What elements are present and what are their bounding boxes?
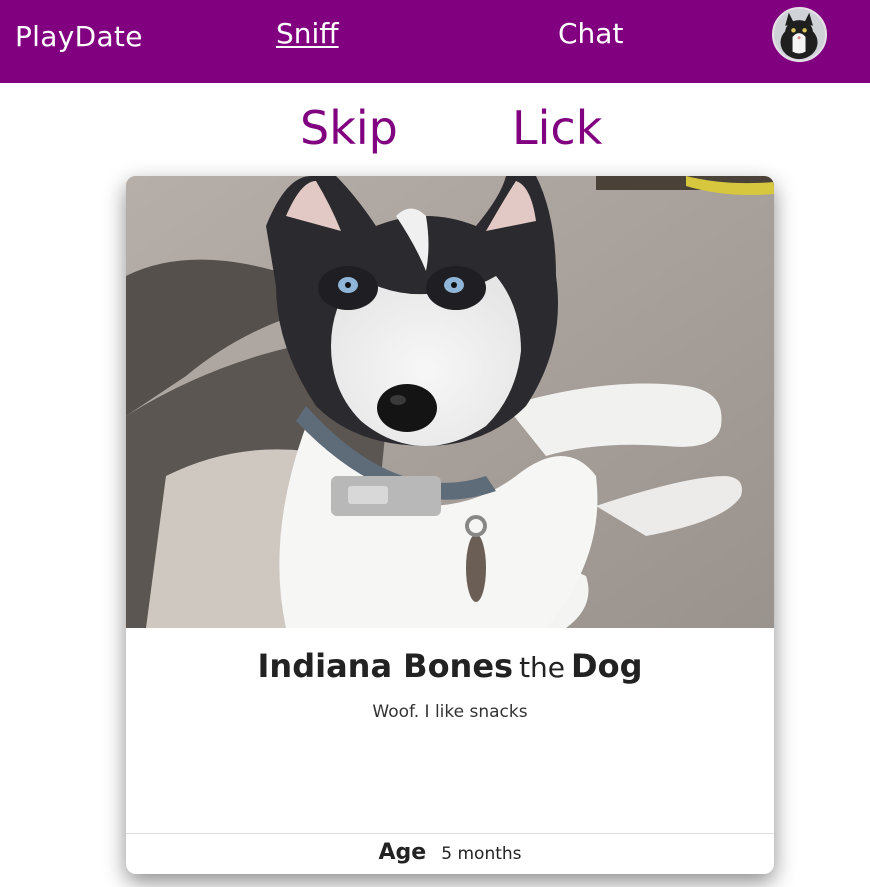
pet-photo <box>126 176 774 628</box>
cat-avatar-icon <box>774 9 825 60</box>
profile-card: Indiana Bones the Dog Woof. I like snacks … <box>126 176 774 874</box>
pet-species: Dog <box>571 647 643 685</box>
lick-button[interactable]: Lick <box>512 100 602 156</box>
age-row: Age 5 months <box>126 840 774 865</box>
age-value: 5 months <box>441 844 522 864</box>
nav-link-sniff[interactable]: Sniff <box>276 17 339 50</box>
card-divider <box>126 833 774 834</box>
pet-name: Indiana Bones <box>257 647 514 685</box>
husky-puppy-photo <box>126 176 774 628</box>
user-avatar[interactable] <box>772 7 827 62</box>
pet-name-heading: Indiana Bones the Dog <box>126 646 774 688</box>
swipe-actions: Skip Lick <box>0 100 870 156</box>
pet-bio: Woof. I like snacks <box>372 702 528 722</box>
nav-link-chat[interactable]: Chat <box>558 17 623 50</box>
top-navbar: PlayDate Sniff Chat <box>0 0 870 83</box>
skip-button[interactable]: Skip <box>300 100 398 156</box>
age-label: Age <box>378 840 427 865</box>
pet-name-connector: the <box>519 651 566 684</box>
brand-logo-text[interactable]: PlayDate <box>15 20 143 53</box>
